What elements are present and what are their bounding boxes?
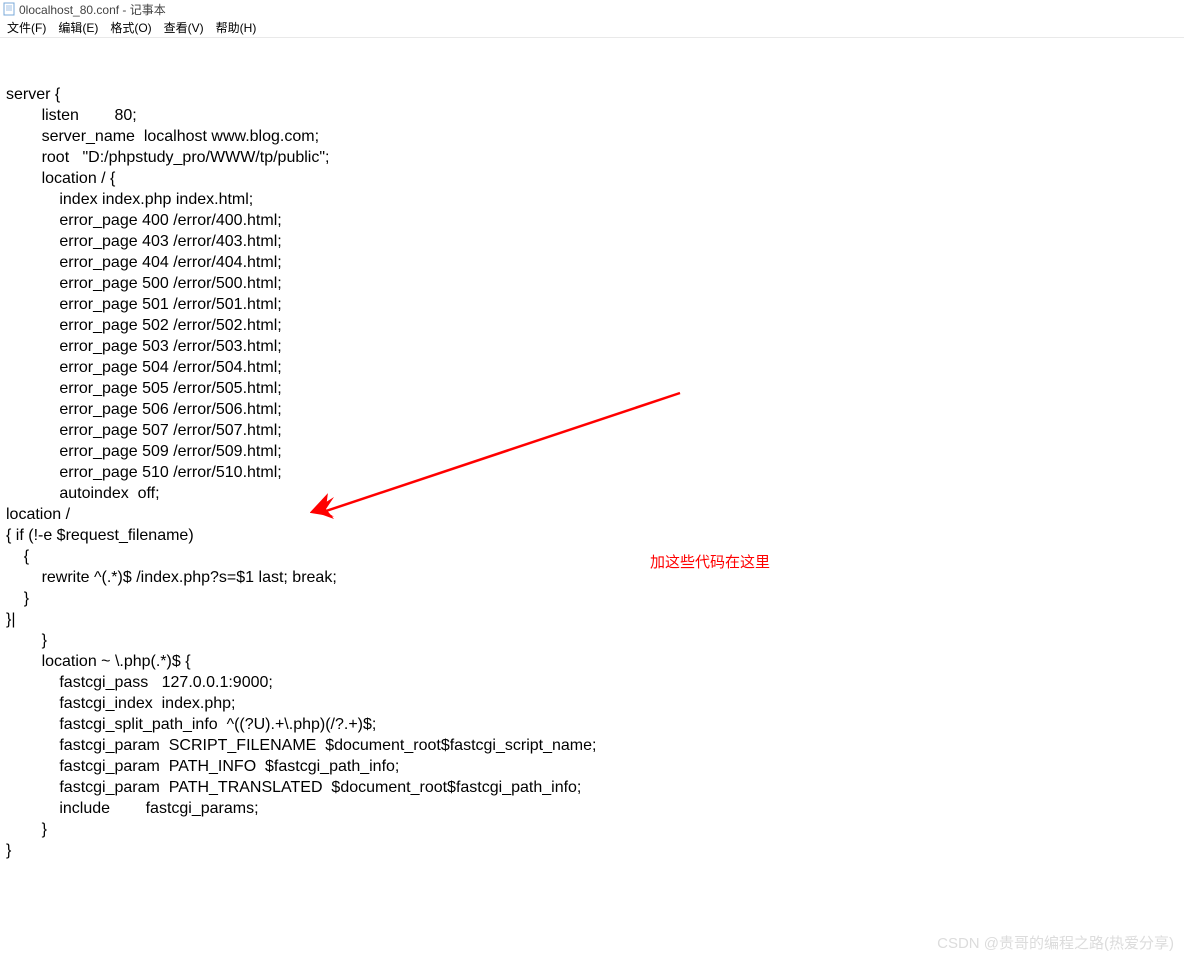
annotation-label: 加这些代码在这里 — [650, 552, 770, 573]
menu-file[interactable]: 文件(F) — [4, 18, 49, 37]
editor-area[interactable]: server { listen 80; server_name localhos… — [0, 38, 1184, 963]
menu-format[interactable]: 格式(O) — [107, 18, 154, 37]
titlebar: 0localhost_80.conf - 记事本 — [0, 0, 1184, 18]
menu-edit[interactable]: 编辑(E) — [55, 18, 101, 37]
window-title: 0localhost_80.conf - 记事本 — [19, 1, 166, 18]
notepad-icon — [2, 2, 16, 16]
menu-help[interactable]: 帮助(H) — [213, 18, 260, 37]
editor-content[interactable]: server { listen 80; server_name localhos… — [6, 84, 1178, 861]
menu-view[interactable]: 查看(V) — [161, 18, 207, 37]
menubar: 文件(F) 编辑(E) 格式(O) 查看(V) 帮助(H) — [0, 18, 1184, 38]
watermark: CSDN @贵哥的编程之路(热爱分享) — [937, 932, 1174, 953]
